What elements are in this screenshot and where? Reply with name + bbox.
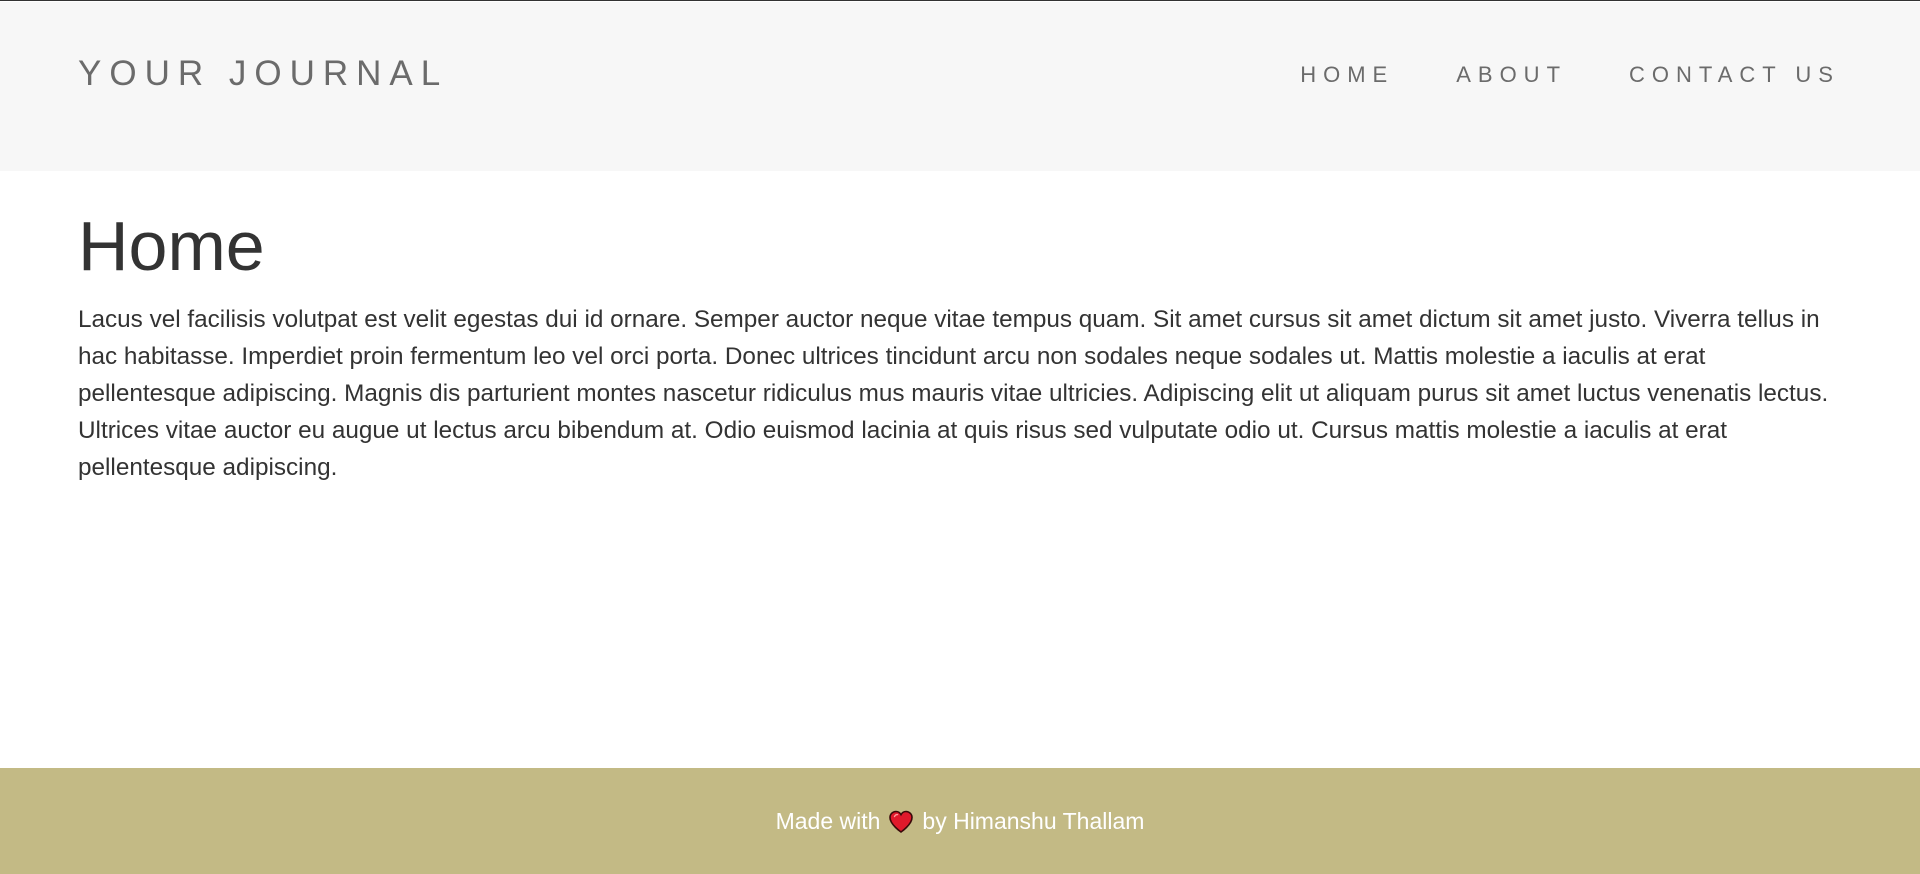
footer-suffix: by Himanshu Thallam xyxy=(922,808,1145,834)
nav-contact-link[interactable]: CONTACT US xyxy=(1629,62,1840,88)
page-title: Home xyxy=(78,207,265,285)
footer-prefix: Made with xyxy=(775,808,881,834)
site-footer: Made with by Himanshu Thallam xyxy=(0,768,1920,874)
heart-icon xyxy=(888,809,914,835)
site-header: YOUR JOURNAL HOME ABOUT CONTACT US xyxy=(0,2,1920,171)
nav-about-link[interactable]: ABOUT xyxy=(1456,62,1567,88)
site-brand[interactable]: YOUR JOURNAL xyxy=(78,54,448,94)
body-paragraph: Lacus vel facilisis volutpat est velit e… xyxy=(78,306,1829,481)
main-nav: HOME ABOUT CONTACT US xyxy=(1300,62,1840,88)
page: YOUR JOURNAL HOME ABOUT CONTACT US Home … xyxy=(0,0,1920,874)
nav-home-link[interactable]: HOME xyxy=(1300,62,1394,88)
main-content: Home Lacus vel facilisis volutpat est ve… xyxy=(78,201,1842,486)
